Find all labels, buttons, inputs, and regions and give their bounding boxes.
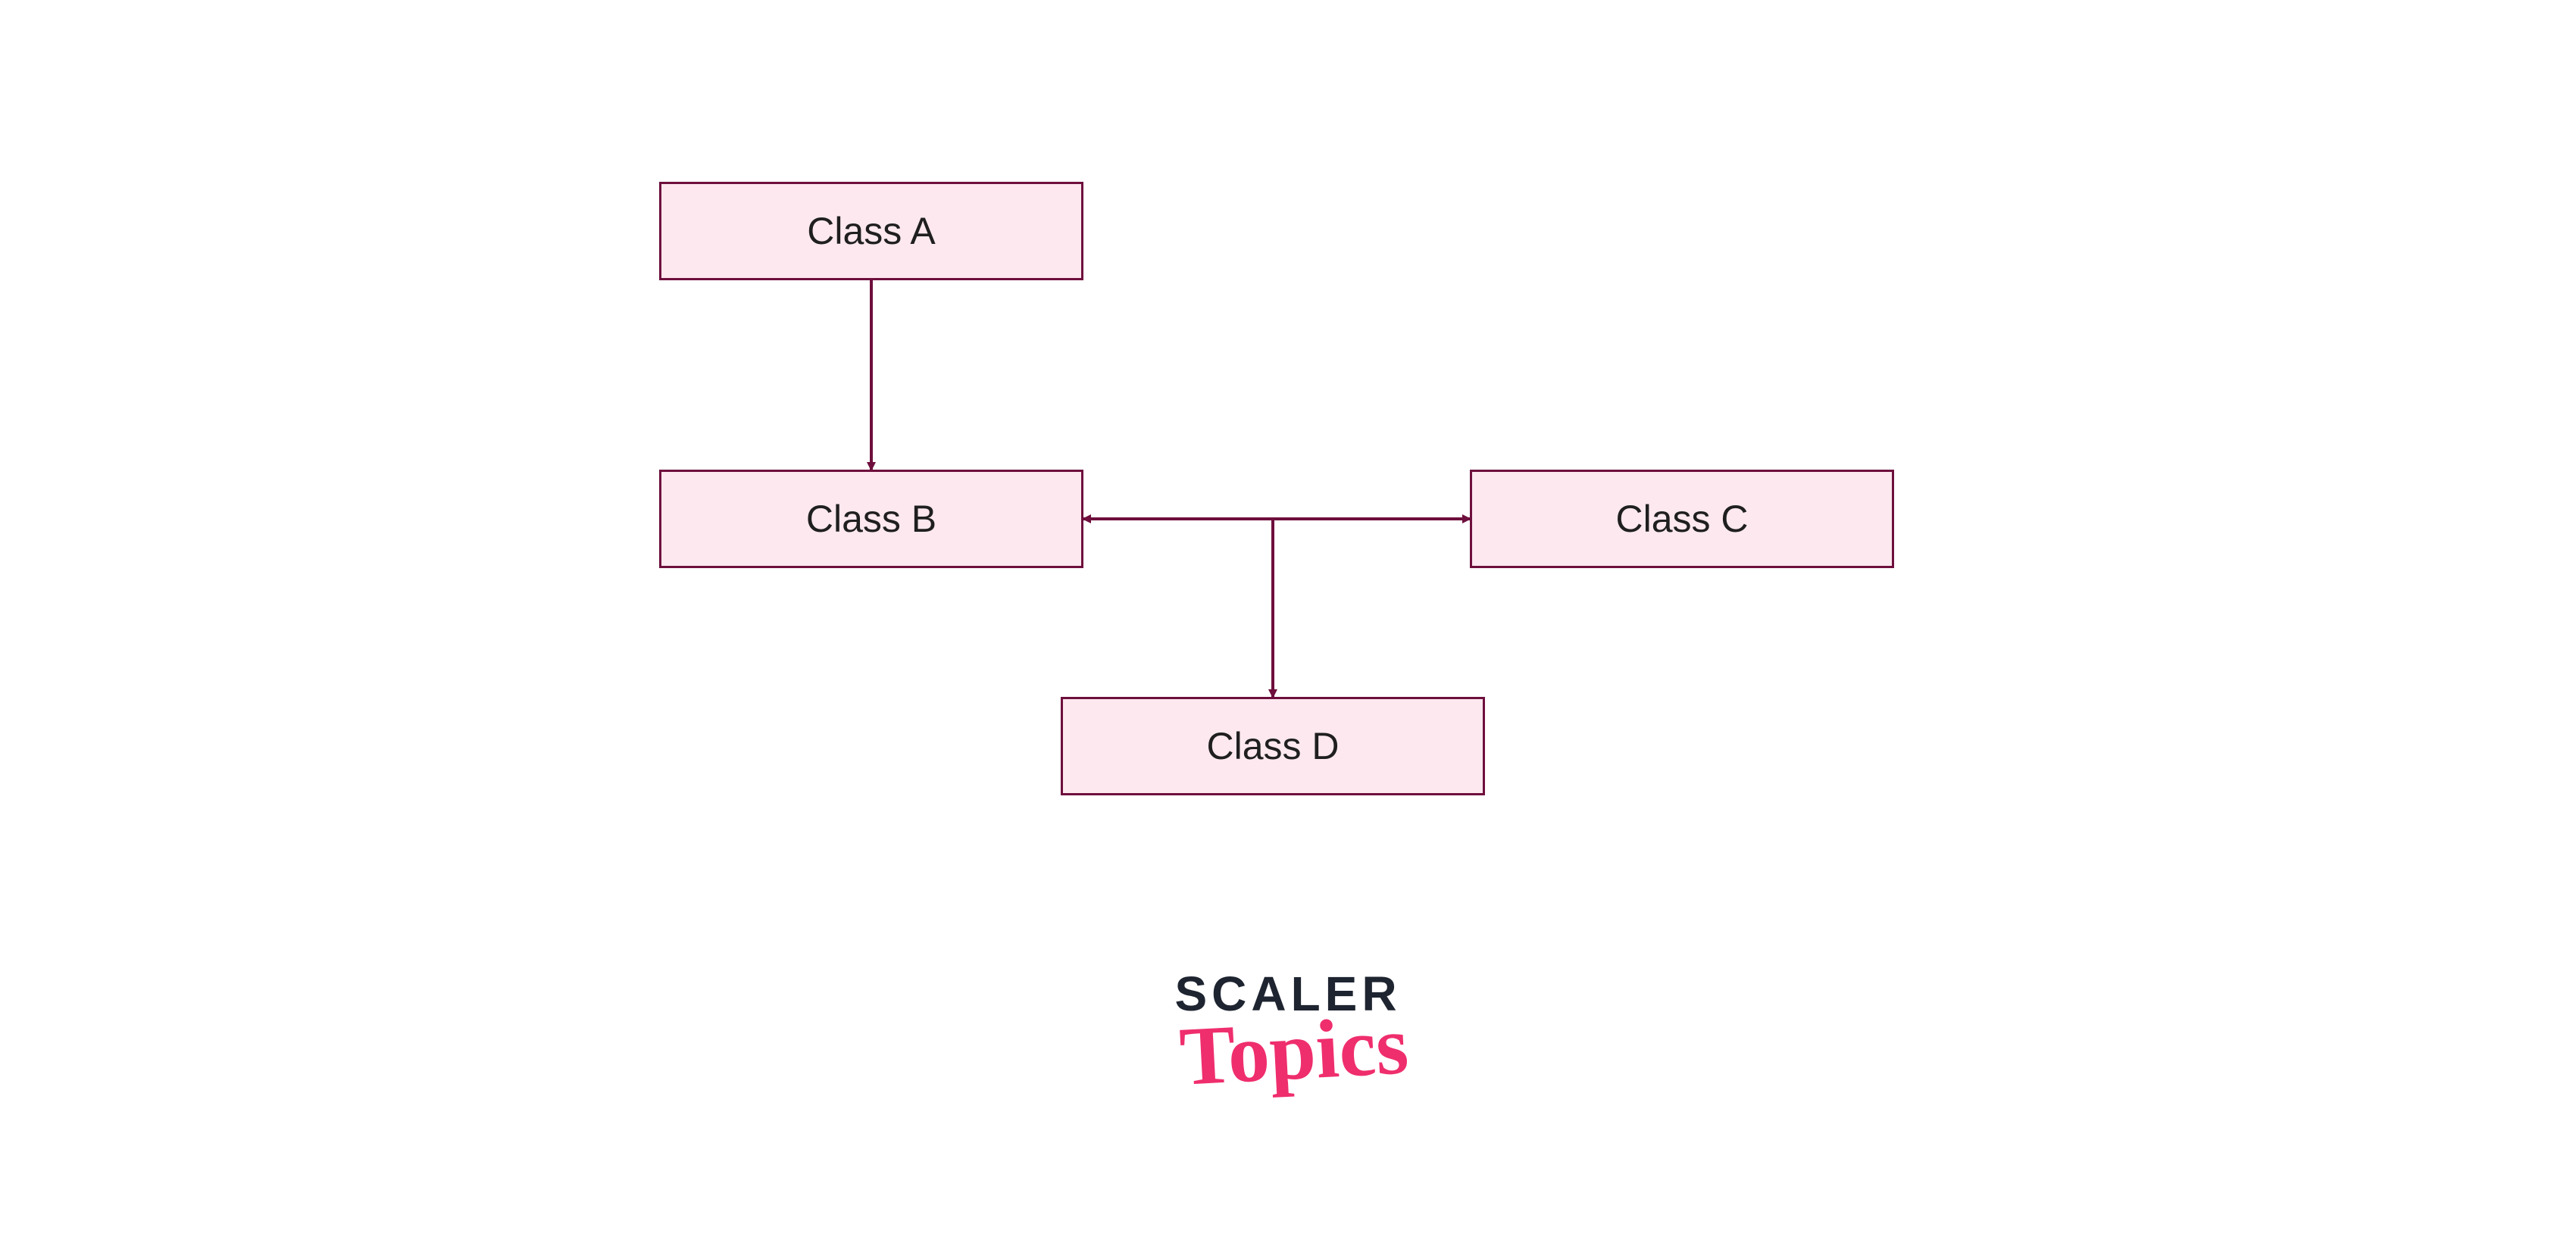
diagram-stage: Class A Class B Class C Class D SCALER T…: [0, 0, 2576, 1240]
class-c-label: Class C: [1615, 497, 1748, 541]
class-d-box: Class D: [1061, 697, 1485, 795]
class-b-label: Class B: [806, 497, 936, 541]
class-c-box: Class C: [1470, 470, 1894, 568]
class-d-label: Class D: [1206, 724, 1339, 768]
brand-logo: SCALER Topics: [1136, 970, 1440, 1089]
class-b-box: Class B: [659, 470, 1083, 568]
class-a-label: Class A: [807, 209, 936, 253]
brand-logo-bottom-text: Topics: [1141, 1006, 1448, 1097]
class-a-box: Class A: [659, 182, 1083, 280]
